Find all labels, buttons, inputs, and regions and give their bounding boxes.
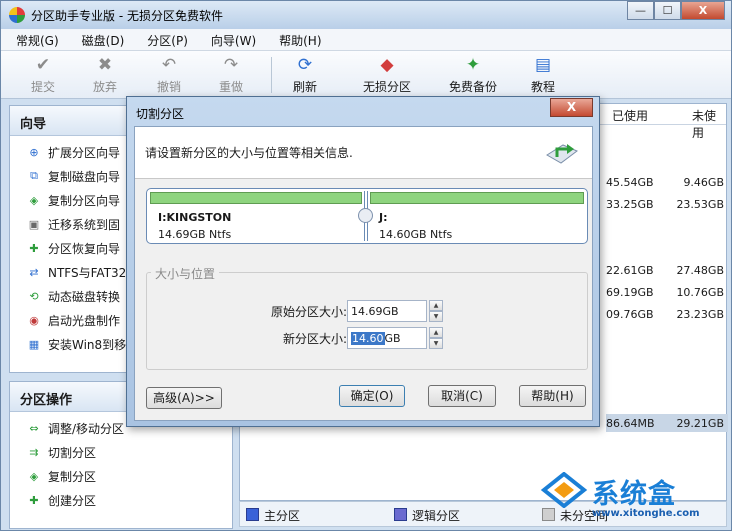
table-cell-used[interactable]: 69.19GB <box>606 286 654 299</box>
logical-partition-swatch <box>394 508 407 521</box>
left-partition-bar <box>150 192 362 204</box>
partition-split-visual: I:KINGSTON 14.69GB Ntfs J: 14.60GB Ntfs <box>146 188 588 244</box>
resize-move-icon: ⇔ <box>29 421 39 435</box>
menu-bar: 常规(G) 磁盘(D) 分区(P) 向导(W) 帮助(H) <box>1 29 731 51</box>
op-split-partition[interactable]: ⇉ 切割分区 <box>10 440 232 464</box>
dialog-title: 切割分区 <box>136 107 185 121</box>
left-partition-info: 14.69GB Ntfs <box>158 228 232 241</box>
menu-wizard[interactable]: 向导(W) <box>196 29 264 50</box>
undo-icon: ↶ <box>161 55 177 75</box>
table-cell-unused[interactable]: 27.48GB <box>662 264 724 277</box>
app-logo-icon <box>9 7 25 23</box>
partition-recovery-icon: ✚ <box>29 241 39 255</box>
menu-general[interactable]: 常规(G) <box>1 29 67 50</box>
cancel-button[interactable]: 取消(C) <box>428 385 496 407</box>
check-icon: ✔ <box>35 55 51 75</box>
column-header-unused[interactable]: 未使用 <box>692 104 726 140</box>
table-cell-used[interactable]: 86.64MB <box>606 417 655 430</box>
convert-fs-icon: ⇄ <box>29 265 39 279</box>
table-cell-unused[interactable]: 23.53GB <box>662 198 724 211</box>
dialog-close-button[interactable]: X <box>550 98 593 117</box>
toolbar-separator <box>271 57 272 93</box>
windows-icon: ▦ <box>28 337 40 351</box>
lossless-partition-icon: ◆ <box>380 55 394 75</box>
menu-help[interactable]: 帮助(H) <box>264 29 329 50</box>
table-cell-unused[interactable]: 23.23GB <box>662 308 724 321</box>
split-partition-icon <box>546 144 578 164</box>
redo-button[interactable]: ↷ 重做 <box>201 55 261 95</box>
op-copy-partition[interactable]: ◈ 复制分区 <box>10 464 232 488</box>
tutorial-button[interactable]: ▤ 教程 <box>513 55 573 95</box>
copy-partition-op-icon: ◈ <box>29 469 39 483</box>
toolbar: ✔ 提交 ✖ 放弃 ↶ 撤销 ↷ 重做 ⟳ 刷新 ◆ 无损分区 ✦ 免费备份 ▤ <box>1 51 731 99</box>
new-size-up-button[interactable]: ▲ <box>429 327 443 338</box>
refresh-icon: ⟳ <box>297 55 313 75</box>
new-size-down-button[interactable]: ▼ <box>429 338 443 349</box>
discard-button[interactable]: ✖ 放弃 <box>75 55 135 95</box>
help-button[interactable]: 帮助(H) <box>519 385 586 407</box>
right-partition-info: 14.60GB Ntfs <box>379 228 453 241</box>
size-position-group-label: 大小与位置 <box>151 265 220 282</box>
lossless-partition-button[interactable]: ◆ 无损分区 <box>355 55 419 95</box>
submit-button[interactable]: ✔ 提交 <box>13 55 73 95</box>
primary-partition-label: 主分区 <box>264 509 301 523</box>
left-partition-name: I:KINGSTON <box>158 211 232 224</box>
primary-partition-swatch <box>246 508 259 521</box>
split-partition-icon: ⇉ <box>29 445 39 459</box>
original-size-input[interactable]: 14.69GB <box>347 300 427 322</box>
close-button[interactable]: X <box>681 1 725 20</box>
extend-partition-icon: ⊕ <box>29 145 39 159</box>
create-partition-icon: ✚ <box>29 493 39 507</box>
copy-partition-icon: ◈ <box>29 193 39 207</box>
split-partition-dialog: 切割分区 X 请设置新分区的大小与位置等相关信息. I:KINGSTON 14.… <box>126 96 600 427</box>
dynamic-disk-icon: ⟲ <box>29 289 39 303</box>
menu-disk[interactable]: 磁盘(D) <box>67 29 133 50</box>
table-cell-used[interactable]: 33.25GB <box>606 198 654 211</box>
table-cell-unused[interactable]: 9.46GB <box>662 176 724 189</box>
window-title: 分区助手专业版 - 无损分区免费软件 <box>31 9 223 23</box>
boot-cd-icon: ◉ <box>29 313 39 327</box>
new-size-label: 新分区大小: <box>282 332 347 346</box>
new-size-selected-value: 14.60 <box>351 332 385 345</box>
refresh-button[interactable]: ⟳ 刷新 <box>275 55 335 95</box>
right-partition-name: J: <box>379 211 388 224</box>
dialog-instruction: 请设置新分区的大小与位置等相关信息. <box>145 146 353 160</box>
minimize-button[interactable]: — <box>627 1 654 20</box>
maximize-button[interactable]: ☐ <box>654 1 681 20</box>
watermark-url: www.xitonghe.com <box>592 508 700 519</box>
table-cell-unused[interactable]: 29.21GB <box>662 417 724 430</box>
free-backup-button[interactable]: ✦ 免费备份 <box>441 55 505 95</box>
table-cell-used[interactable]: 09.76GB <box>606 308 654 321</box>
op-create-partition[interactable]: ✚ 创建分区 <box>10 488 232 512</box>
redo-icon: ↷ <box>223 55 239 75</box>
dialog-body: 请设置新分区的大小与位置等相关信息. I:KINGSTON 14.69GB Nt… <box>134 126 593 421</box>
title-bar: 分区助手专业版 - 无损分区免费软件 — ☐ X <box>1 1 731 29</box>
original-size-down-button[interactable]: ▼ <box>429 311 443 322</box>
copy-disk-icon: ⧉ <box>30 169 38 182</box>
watermark: 系统盒 www.xitonghe.com <box>540 470 726 526</box>
undo-button[interactable]: ↶ 撤销 <box>139 55 199 95</box>
dialog-header: 请设置新分区的大小与位置等相关信息. <box>135 127 592 179</box>
right-partition-bar <box>370 192 584 204</box>
tutorial-icon: ▤ <box>534 55 552 75</box>
original-size-up-button[interactable]: ▲ <box>429 300 443 311</box>
ok-button[interactable]: 确定(O) <box>339 385 405 407</box>
advanced-button[interactable]: 高级(A)>> <box>146 387 222 409</box>
table-cell-unused[interactable]: 10.76GB <box>662 286 724 299</box>
discard-icon: ✖ <box>97 55 113 75</box>
split-handle[interactable] <box>358 208 373 223</box>
original-size-label: 原始分区大小: <box>270 305 347 319</box>
new-size-input[interactable]: 14.60GB <box>347 327 427 349</box>
logical-partition-label: 逻辑分区 <box>412 509 461 523</box>
watermark-brand: 系统盒 <box>592 479 676 510</box>
watermark-logo-icon <box>540 472 588 508</box>
migrate-os-icon: ▣ <box>28 217 40 231</box>
table-cell-used[interactable]: 22.61GB <box>606 264 654 277</box>
column-header-used[interactable]: 已使用 <box>612 104 648 124</box>
menu-partition[interactable]: 分区(P) <box>132 29 196 50</box>
new-size-unit: GB <box>384 332 401 345</box>
table-cell-used[interactable]: 45.54GB <box>606 176 654 189</box>
free-backup-icon: ✦ <box>465 55 481 75</box>
